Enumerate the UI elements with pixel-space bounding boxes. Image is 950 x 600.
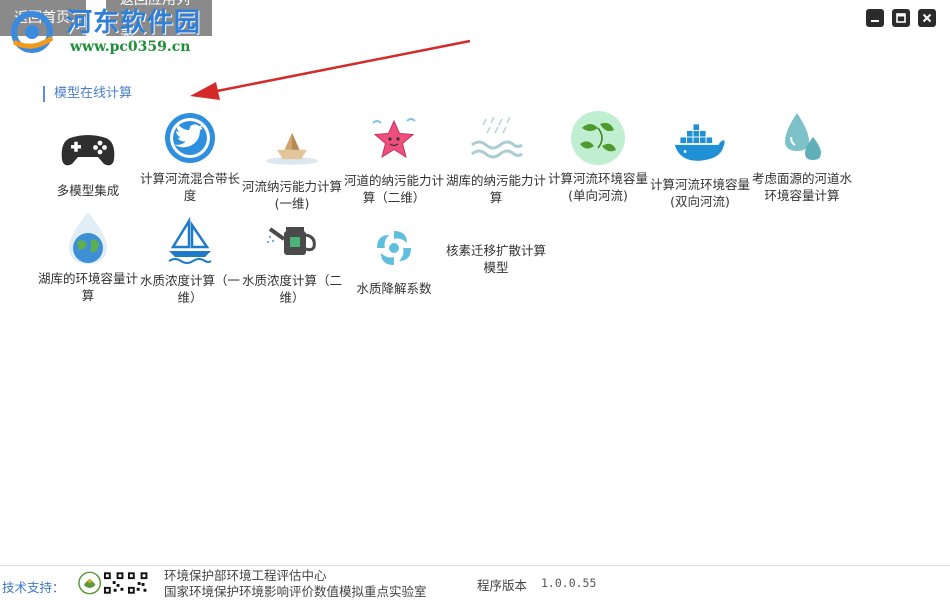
tile-label: 河道的纳污能力计算（二维） [343,173,444,205]
qr-code-icon[interactable] [103,571,125,595]
close-icon[interactable] [918,9,936,27]
org-logo-icon [78,571,102,595]
tile-label: 计算河流环境容量(双向河流) [649,177,750,209]
qr-code-icon[interactable] [126,571,149,595]
tile-channel-capacity-2d[interactable]: 河道的纳污能力计算（二维） [344,112,444,206]
back-list-button[interactable]: 返回应用列表 [106,0,212,44]
tile-river-env-capacity-one-way[interactable]: 计算河流环境容量(单向河流) [548,110,648,204]
tile-label: 计算河流环境容量(单向河流) [547,171,648,203]
tile-wq-concentration-1d[interactable]: 水质浓度计算（一维） [140,212,240,306]
tech-support-label: 技术支持： [2,580,65,595]
tile-label: 考虑面源的河道水环境容量计算 [751,171,852,203]
tile-nuclide-migration-model[interactable]: 核素迁移扩散计算模型 [446,238,546,276]
org-line-1: 环境保护部环境工程评估中心 [164,568,327,583]
tile-lake-capacity[interactable]: 湖库的纳污能力计算 [446,112,546,206]
globe-drop-icon [60,210,116,266]
leaves-recycle-icon [570,110,626,166]
top-nav: 返回首页 返回应用列表 [0,0,212,44]
twitter-bird-icon [162,110,218,166]
water-drops-icon [774,110,830,166]
sailboat-icon [162,212,218,268]
tile-wq-degradation-coefficient[interactable]: 水质降解系数 [344,220,444,297]
swirl-icon [366,220,422,276]
tile-label: 河流纳污能力计算(一维) [241,179,342,211]
footer: 技术支持： 环境保护部环境工程评估中心 国家环境保护环境影响评价数值模拟重点实验… [0,565,950,600]
version-label: 程序版本 [477,578,528,593]
watering-can-icon [264,212,320,268]
tile-river-env-capacity-two-way[interactable]: 计算河流环境容量(双向河流) [650,116,750,210]
tile-label: 核素迁移扩散计算模型 [445,243,546,275]
tile-label: 水质降解系数 [356,281,432,296]
footer-logos [78,571,149,595]
tile-label: 水质浓度计算（二维） [241,273,342,305]
tile-label: 水质浓度计算（一维） [139,273,240,305]
tile-river-mixing-length[interactable]: 计算河流混合带长度 [140,110,240,204]
tile-river-capacity-1d[interactable]: 河流纳污能力计算(一维) [242,118,342,212]
tile-label: 计算河流混合带长度 [139,171,240,203]
back-home-button[interactable]: 返回首页 [0,0,86,36]
tile-lake-env-capacity[interactable]: 湖库的环境容量计算 [38,210,138,304]
window-controls [866,9,936,27]
tile-label: 湖库的环境容量计算 [37,271,138,303]
minimize-icon[interactable] [866,9,884,27]
whale-containers-icon [672,116,728,172]
tile-nonpoint-channel-capacity[interactable]: 考虑面源的河道水环境容量计算 [752,110,852,204]
tile-label: 多模型集成 [56,183,120,198]
version-value: 1.0.0.55 [541,576,597,590]
maximize-icon[interactable] [892,9,910,27]
organization-info: 环境保护部环境工程评估中心 国家环境保护环境影响评价数值模拟重点实验室 [164,568,427,600]
tile-wq-concentration-2d[interactable]: 水质浓度计算（二维） [242,212,342,306]
section-title: 模型在线计算 [43,86,132,102]
starfish-icon [366,112,422,168]
tile-label: 湖库的纳污能力计算 [445,173,546,205]
gamepad-icon [60,122,116,178]
rain-waves-icon [468,112,524,168]
tile-multi-model[interactable]: 多模型集成 [38,122,138,199]
paper-boat-icon [264,118,320,174]
org-line-2: 国家环境保护环境影响评价数值模拟重点实验室 [164,584,427,599]
